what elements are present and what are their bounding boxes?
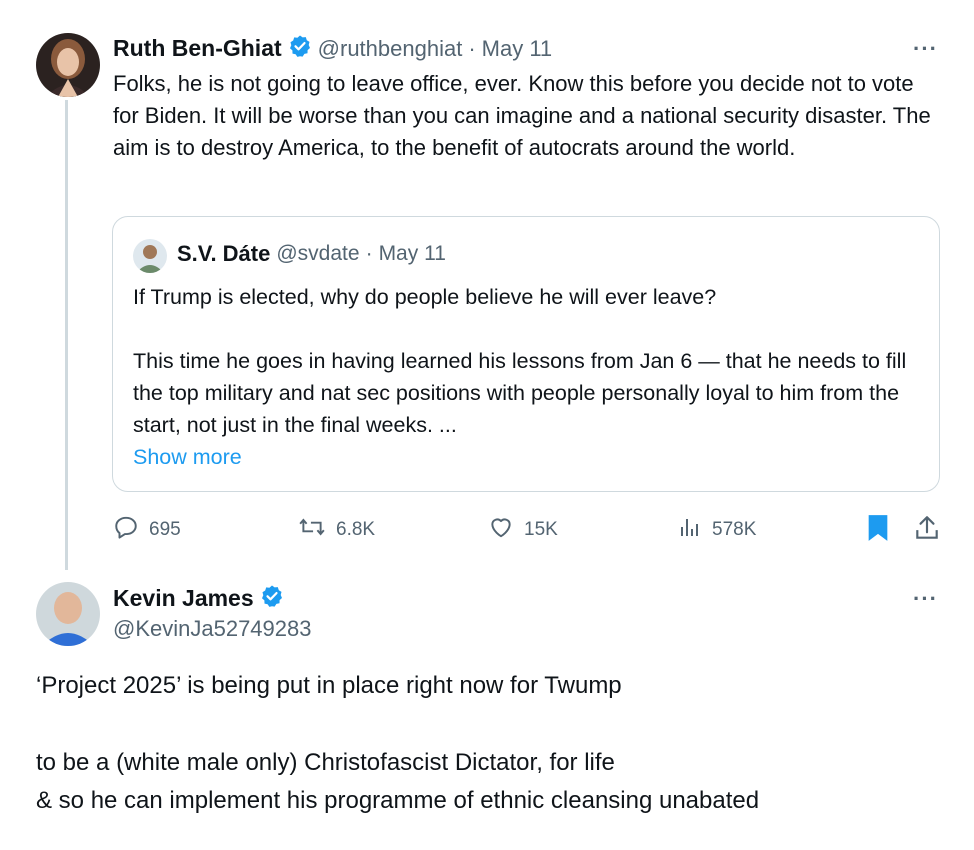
reply-button[interactable]: 695 [113,514,181,546]
views-button[interactable]: 578K [678,514,756,546]
tweet-date[interactable]: May 11 [482,36,553,62]
reply-handle[interactable]: @KevinJa52749283 [113,616,311,642]
like-count: 15K [524,519,558,540]
ruth-avatar[interactable] [36,33,100,97]
verified-badge-icon [288,34,312,63]
views-icon [678,514,702,546]
bookmark-icon[interactable] [866,514,890,547]
reply-text-line-1: ‘Project 2025’ is being put in place rig… [36,672,622,699]
svdate-avatar[interactable] [133,239,167,273]
quote-author-name[interactable]: S.V. Dáte [177,241,270,267]
quote-handle[interactable]: @svdate [276,242,359,266]
like-button[interactable]: 15K [488,514,558,546]
tweet-text: Folks, he is not going to leave office, … [113,71,931,160]
views-count: 578K [712,519,757,540]
tweet-date-separator: · [468,35,476,61]
reply-text-line-2: to be a (white male only) Christofascist… [36,749,615,776]
reply-more-icon[interactable]: ··· [913,586,938,612]
repost-button[interactable]: 6.8K [298,514,375,546]
reply-text-line-3: & so he can implement his programme of e… [36,787,760,814]
thread-connector-line [65,100,68,570]
like-icon [488,514,514,546]
tweet-more-icon[interactable]: ··· [913,36,938,62]
repost-count: 6.8K [336,519,376,540]
reply-count: 695 [149,519,181,540]
quoted-tweet-card[interactable]: S.V. Dáte @svdate · May 11 If Trump is e… [112,216,940,492]
share-icon[interactable] [914,514,940,547]
tweet-author-name[interactable]: Ruth Ben-Ghiat [113,35,282,62]
quote-date-separator: · [365,242,373,265]
quote-text-paragraph-2: This time he goes in having learned his … [133,349,907,437]
quote-date[interactable]: May 11 [379,242,446,266]
reply-author-name[interactable]: Kevin James [113,585,254,612]
show-more-link[interactable]: Show more [133,441,242,473]
kevin-avatar[interactable] [36,582,100,646]
quote-text-paragraph-1: If Trump is elected, why do people belie… [133,285,717,309]
verified-badge-icon [260,584,284,613]
tweet-handle[interactable]: @ruthbenghiat [318,36,463,62]
reply-icon [113,514,139,546]
repost-icon [298,514,326,546]
